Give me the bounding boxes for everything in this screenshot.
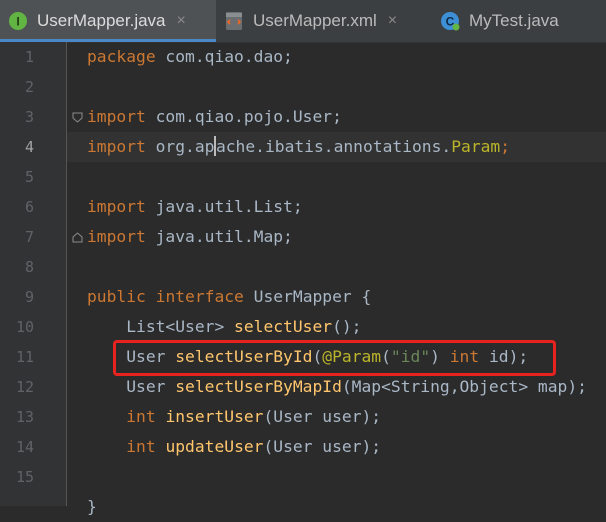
code-text: UserMapper { [243, 287, 372, 306]
code-line-13: int insertUser(User user); [0, 402, 606, 432]
editor-tab-bar: I UserMapper.java × UserMapper.xml × C M… [0, 0, 606, 43]
code-line-10: List<User> selectUser(); [0, 312, 606, 342]
code-text: java.util.Map; [145, 227, 293, 246]
semicolon: ; [500, 137, 511, 156]
method-name: selectUser [234, 317, 333, 336]
code-line-12: User selectUserByMapId(Map<String,Object… [0, 372, 606, 402]
code-line-3: import com.qiao.pojo.User; [0, 102, 606, 132]
keyword: int [126, 437, 156, 456]
keyword: import [87, 227, 146, 246]
line-number: 8 [24, 258, 34, 276]
highlight-box [113, 340, 556, 376]
code-line-1: package com.qiao.dao; [0, 42, 606, 72]
code-text: com.qiao.dao; [155, 47, 293, 66]
code-line-14: int updateUser(User user); [0, 432, 606, 462]
code-text: com.qiao.pojo.User; [145, 107, 342, 126]
interface-icon: I [8, 11, 28, 31]
keyword: import [87, 107, 146, 126]
annotation-class: Param [451, 137, 501, 156]
keyword: import [87, 197, 146, 216]
line-number: 2 [24, 78, 34, 96]
interface-icon-letter: I [16, 15, 19, 29]
tab-usermapper-java[interactable]: I UserMapper.java × [0, 0, 216, 42]
class-icon: C [440, 11, 460, 31]
code-text: User [126, 377, 176, 396]
tab-label: MyTest.java [469, 11, 559, 30]
close-icon[interactable]: × [388, 12, 397, 30]
xml-file-icon [224, 11, 244, 31]
code-text: ache.ibatis.annotations. [215, 137, 452, 156]
code-text: (); [332, 317, 362, 336]
tab-usermapper-xml[interactable]: UserMapper.xml × [216, 0, 432, 42]
code-text: (User user); [263, 407, 382, 426]
code-text: org.ap [145, 137, 215, 156]
code-text: List<User> [126, 317, 235, 336]
tab-label: UserMapper.java [37, 11, 166, 30]
keyword: import [87, 137, 146, 156]
tab-mytest-java[interactable]: C MyTest.java [432, 0, 606, 42]
method-name: updateUser [165, 437, 264, 456]
code-line-9: public interface UserMapper { [0, 282, 606, 312]
code-line-7: import java.util.Map; [0, 222, 606, 252]
method-name: selectUserByMapId [175, 377, 342, 396]
keyword: int [126, 407, 156, 426]
close-icon[interactable]: × [177, 12, 186, 30]
code-line-4: import org.apache.ibatis.annotations.Par… [0, 132, 606, 162]
line-number: 5 [24, 168, 34, 186]
code-line-16: } [0, 492, 606, 522]
code-text: (User user); [263, 437, 382, 456]
closing-brace: } [87, 497, 97, 516]
code-editor[interactable]: 1 2 3 4 5 6 7 8 9 10 11 12 13 14 15 pack… [0, 42, 606, 516]
code-text: (Map<String,Object> map); [341, 377, 587, 396]
tab-label: UserMapper.xml [253, 11, 377, 30]
code-line-6: import java.util.List; [0, 192, 606, 222]
keyword: public [87, 287, 146, 306]
keyword: interface [155, 287, 244, 306]
code-text: java.util.List; [145, 197, 303, 216]
keyword: package [87, 47, 156, 66]
line-number: 15 [15, 468, 34, 486]
method-name: insertUser [165, 407, 264, 426]
